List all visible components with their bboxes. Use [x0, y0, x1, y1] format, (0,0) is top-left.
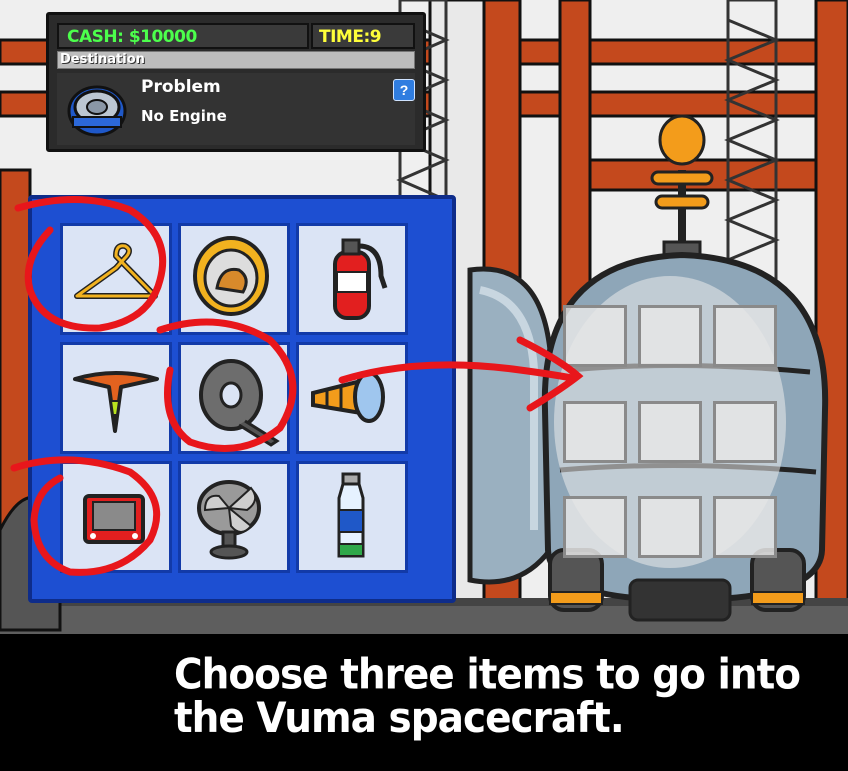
- destination-label: Destination: [60, 52, 145, 67]
- ship-slot-3[interactable]: [713, 305, 777, 367]
- problem-panel: Problem No Engine ?: [57, 73, 415, 145]
- red-annotation-marks: [10, 195, 584, 576]
- problem-title: Problem: [141, 77, 221, 97]
- ship-slot-5[interactable]: [638, 401, 702, 463]
- game-scene: CASH: $10000 TIME:9 Destination Problem …: [0, 0, 848, 771]
- ship-slot-8[interactable]: [638, 496, 702, 558]
- help-button[interactable]: ?: [393, 79, 415, 101]
- engine-part-icon: [67, 85, 127, 137]
- instruction-text: Choose three items to go into the Vuma s…: [174, 650, 814, 743]
- ship-slot-2[interactable]: [638, 305, 702, 367]
- instruction-line-2: the Vuma spacecraft.: [174, 693, 625, 743]
- cash-label: CASH: $10000: [67, 27, 197, 47]
- status-hud: CASH: $10000 TIME:9 Destination Problem …: [46, 12, 426, 152]
- instruction-bar: Choose three items to go into the Vuma s…: [0, 634, 848, 771]
- time-label: TIME:9: [319, 27, 382, 47]
- time-display: TIME:9: [311, 23, 415, 49]
- ship-slot-6[interactable]: [713, 401, 777, 463]
- problem-detail: No Engine: [141, 107, 227, 125]
- ship-slot-9[interactable]: [713, 496, 777, 558]
- destination-bar: Destination: [57, 51, 415, 69]
- cash-display: CASH: $10000: [57, 23, 309, 49]
- instruction-line-1: Choose three items to go into: [174, 650, 801, 700]
